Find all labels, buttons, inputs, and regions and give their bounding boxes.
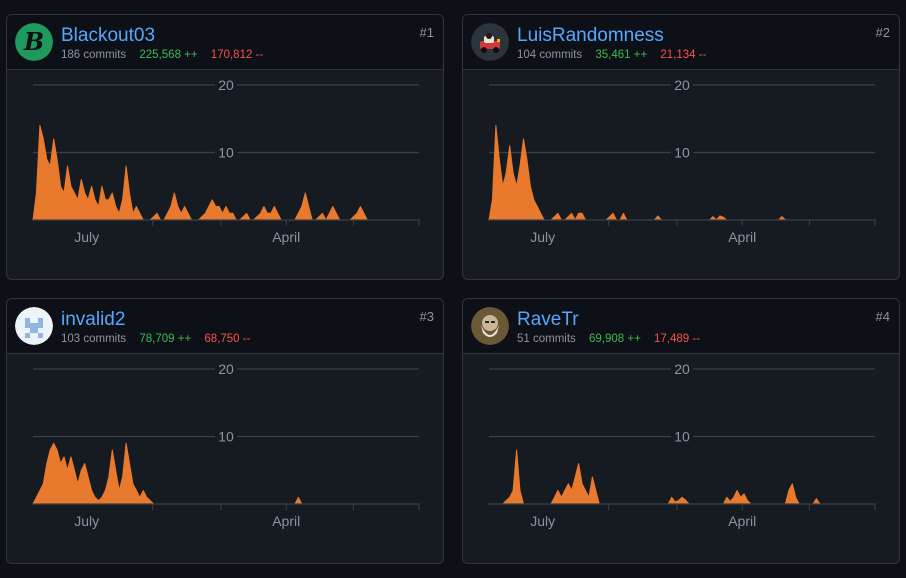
x-tick-label: April (272, 513, 300, 529)
commits-count-link[interactable]: 51 commits (517, 333, 576, 345)
rank-label: #1 (419, 25, 434, 40)
commit-area (32, 125, 420, 221)
x-tick-label: April (272, 229, 300, 245)
commit-activity-chart: 20 10 July April (488, 77, 876, 245)
y-tick-label: 10 (674, 145, 690, 161)
contributor-card: B Blackout03 186 commits 225,568 ++ 170,… (6, 14, 444, 280)
contributor-card: invalid2 103 commits 78,709 ++ 68,750 --… (6, 298, 444, 564)
deletions-count: 170,812 -- (210, 49, 264, 61)
commits-count-link[interactable]: 186 commits (61, 49, 126, 61)
deletions-count: 68,750 -- (204, 333, 251, 345)
card-header: invalid2 103 commits 78,709 ++ 68,750 --… (7, 299, 443, 354)
additions-count: 69,908 ++ (589, 333, 641, 345)
additions-count: 35,461 ++ (595, 49, 648, 61)
x-tick-label: July (530, 229, 555, 245)
card-header: RaveTr 51 commits 69,908 ++ 17,489 -- #4 (463, 299, 899, 354)
deletions-count: 17,489 -- (654, 333, 701, 345)
bearded-man-avatar-icon[interactable] (471, 307, 509, 345)
contributor-name-link[interactable]: invalid2 (61, 309, 125, 331)
rank-label: #4 (875, 309, 890, 324)
commit-area (488, 449, 876, 505)
y-tick-label: 20 (674, 77, 690, 93)
additions-count: 78,709 ++ (139, 333, 192, 345)
y-tick-label: 10 (218, 429, 234, 445)
card-header: B Blackout03 186 commits 225,568 ++ 170,… (7, 15, 443, 70)
car-avatar-icon[interactable] (471, 23, 509, 61)
contributor-card: RaveTr 51 commits 69,908 ++ 17,489 -- #4… (462, 298, 900, 564)
commits-count-link[interactable]: 103 commits (61, 333, 126, 345)
commit-activity-chart: 20 10 July April (488, 361, 876, 529)
x-tick-label: April (728, 513, 756, 529)
x-tick-label: April (728, 229, 756, 245)
contributor-name-link[interactable]: RaveTr (517, 309, 579, 331)
card-header: LuisRandomness 104 commits 35,461 ++ 21,… (463, 15, 899, 70)
svg-text:B: B (23, 27, 44, 56)
additions-count: 225,568 ++ (139, 49, 198, 61)
y-tick-label: 20 (674, 361, 690, 377)
contributor-stats: 104 commits 35,461 ++ 21,134 -- (517, 49, 706, 61)
contributor-name-link[interactable]: LuisRandomness (517, 25, 664, 47)
contributor-name-link[interactable]: Blackout03 (61, 25, 155, 47)
y-tick-label: 10 (218, 145, 234, 161)
rank-label: #3 (419, 309, 434, 324)
b-letter-avatar-icon[interactable]: B (15, 23, 53, 61)
contributor-stats: 103 commits 78,709 ++ 68,750 -- (61, 333, 250, 345)
commit-area (32, 442, 420, 505)
commits-count-link[interactable]: 104 commits (517, 49, 582, 61)
commit-activity-chart: 20 10 July April (32, 361, 420, 529)
contributor-stats: 51 commits 69,908 ++ 17,489 -- (517, 333, 700, 345)
deletions-count: 21,134 -- (660, 49, 707, 61)
x-tick-label: July (530, 513, 555, 529)
commit-activity-chart: 20 10 July April (32, 77, 420, 245)
y-tick-label: 20 (218, 77, 234, 93)
y-tick-label: 20 (218, 361, 234, 377)
commit-area (488, 125, 876, 221)
x-tick-label: July (74, 513, 99, 529)
contributor-card: LuisRandomness 104 commits 35,461 ++ 21,… (462, 14, 900, 280)
x-tick-label: July (74, 229, 99, 245)
pixel-avatar-icon[interactable] (15, 307, 53, 345)
rank-label: #2 (875, 25, 890, 40)
y-tick-label: 10 (674, 429, 690, 445)
contributor-stats: 186 commits 225,568 ++ 170,812 -- (61, 49, 263, 61)
